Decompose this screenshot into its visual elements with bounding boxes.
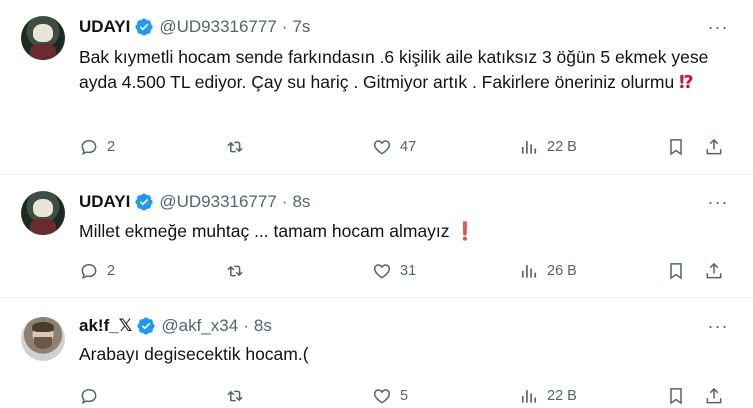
- timestamp[interactable]: 8s: [254, 316, 272, 336]
- like-count: 31: [400, 263, 417, 279]
- reply-icon: [81, 139, 97, 156]
- tweet-text: Arabayı degisecektik hocam.(: [79, 342, 719, 367]
- user-handle[interactable]: @akf_x34: [161, 316, 238, 336]
- views-bar-chart-icon: [521, 141, 537, 154]
- timestamp[interactable]: 8s: [292, 192, 310, 212]
- bookmark-button[interactable]: [666, 135, 686, 159]
- bookmark-icon: [670, 139, 682, 156]
- tweet-header: ak!f_𝕏 @akf_x34 · 8s: [79, 315, 272, 337]
- bookmark-icon: [670, 388, 682, 405]
- views-button[interactable]: 22 B: [519, 135, 577, 159]
- heart-icon: [373, 389, 391, 404]
- tweet-text-body: Bak kıymetli hocam sende farkındasın .6 …: [79, 47, 709, 92]
- user-handle[interactable]: @UD93316777: [159, 17, 276, 37]
- verified-badge-icon[interactable]: [136, 316, 156, 336]
- verified-badge-icon[interactable]: [134, 192, 154, 212]
- user-avatar[interactable]: [21, 16, 65, 60]
- retweet-icon: [227, 141, 243, 153]
- tweet[interactable]: ak!f_𝕏 @akf_x34 · 8s ··· Arabayı degisec…: [0, 298, 753, 406]
- separator-dot: ·: [281, 17, 288, 36]
- share-icon: [706, 138, 722, 155]
- more-options-icon[interactable]: ···: [707, 191, 729, 213]
- exclamation-emoji: ❗: [454, 221, 477, 241]
- retweet-icon: [227, 265, 243, 277]
- tweet-text-body: Millet ekmeğe muhtaç ... tamam hocam alm…: [79, 221, 450, 241]
- share-icon: [706, 262, 722, 279]
- display-name[interactable]: UDAYI: [79, 192, 130, 212]
- bookmark-button[interactable]: [666, 259, 686, 283]
- tweet-actions: 2 31 26 B: [79, 259, 739, 283]
- tweet-actions: 2 47 22 B: [79, 135, 739, 159]
- reply-icon: [81, 388, 97, 405]
- tweet-actions: 5 22 B: [79, 384, 739, 408]
- like-button[interactable]: 47: [372, 135, 416, 159]
- heart-icon: [373, 264, 391, 279]
- tweet[interactable]: UDAYI @UD93316777 · 8s ··· Millet ekmeğe…: [0, 175, 753, 298]
- tweet-header: UDAYI @UD93316777 · 8s: [79, 191, 310, 213]
- tweet[interactable]: UDAYI @UD93316777 · 7s ··· Bak kıymetli …: [0, 0, 753, 175]
- share-button[interactable]: [704, 259, 724, 283]
- reply-count: 2: [107, 139, 116, 155]
- heart-icon: [373, 140, 391, 155]
- separator-dot: ·: [281, 192, 288, 211]
- views-bar-chart-icon: [521, 390, 537, 403]
- tweet-text: Millet ekmeğe muhtaç ... tamam hocam alm…: [79, 219, 719, 244]
- share-icon: [706, 387, 722, 404]
- timestamp[interactable]: 7s: [292, 17, 310, 37]
- views-count: 26 B: [547, 263, 577, 279]
- like-button[interactable]: 31: [372, 259, 416, 283]
- reply-count: 2: [107, 263, 116, 279]
- separator-dot: ·: [243, 316, 249, 335]
- views-count: 22 B: [547, 139, 577, 155]
- like-count: 47: [400, 139, 417, 155]
- more-options-icon[interactable]: ···: [707, 315, 729, 337]
- bookmark-icon: [670, 263, 682, 280]
- views-bar-chart-icon: [521, 265, 537, 278]
- bookmark-button[interactable]: [666, 384, 686, 408]
- share-button[interactable]: [704, 135, 724, 159]
- reply-button[interactable]: [79, 384, 99, 408]
- tweet-text: Bak kıymetli hocam sende farkındasın .6 …: [79, 45, 719, 94]
- tweet-header: UDAYI @UD93316777 · 7s: [79, 16, 310, 38]
- verified-badge-icon[interactable]: [134, 17, 154, 37]
- like-button[interactable]: 5: [372, 384, 408, 408]
- retweet-button[interactable]: [225, 135, 245, 159]
- share-button[interactable]: [704, 384, 724, 408]
- retweet-icon: [227, 390, 243, 402]
- reply-icon: [81, 263, 97, 280]
- views-count: 22 B: [547, 388, 577, 404]
- tweet-text-body: Arabayı degisecektik hocam.(: [79, 344, 309, 364]
- retweet-button[interactable]: [225, 259, 245, 283]
- display-name[interactable]: UDAYI: [79, 17, 130, 37]
- user-avatar[interactable]: [21, 191, 65, 235]
- views-button[interactable]: 22 B: [519, 384, 577, 408]
- like-count: 5: [400, 388, 409, 404]
- display-name[interactable]: ak!f_𝕏: [79, 316, 132, 336]
- reply-button[interactable]: 2: [79, 135, 115, 159]
- more-options-icon[interactable]: ···: [707, 16, 729, 38]
- user-handle[interactable]: @UD93316777: [159, 192, 276, 212]
- user-avatar[interactable]: [21, 317, 65, 361]
- views-button[interactable]: 26 B: [519, 259, 577, 283]
- exclamation-question-emoji: ⁉: [679, 71, 694, 92]
- reply-button[interactable]: 2: [79, 259, 115, 283]
- retweet-button[interactable]: [225, 384, 245, 408]
